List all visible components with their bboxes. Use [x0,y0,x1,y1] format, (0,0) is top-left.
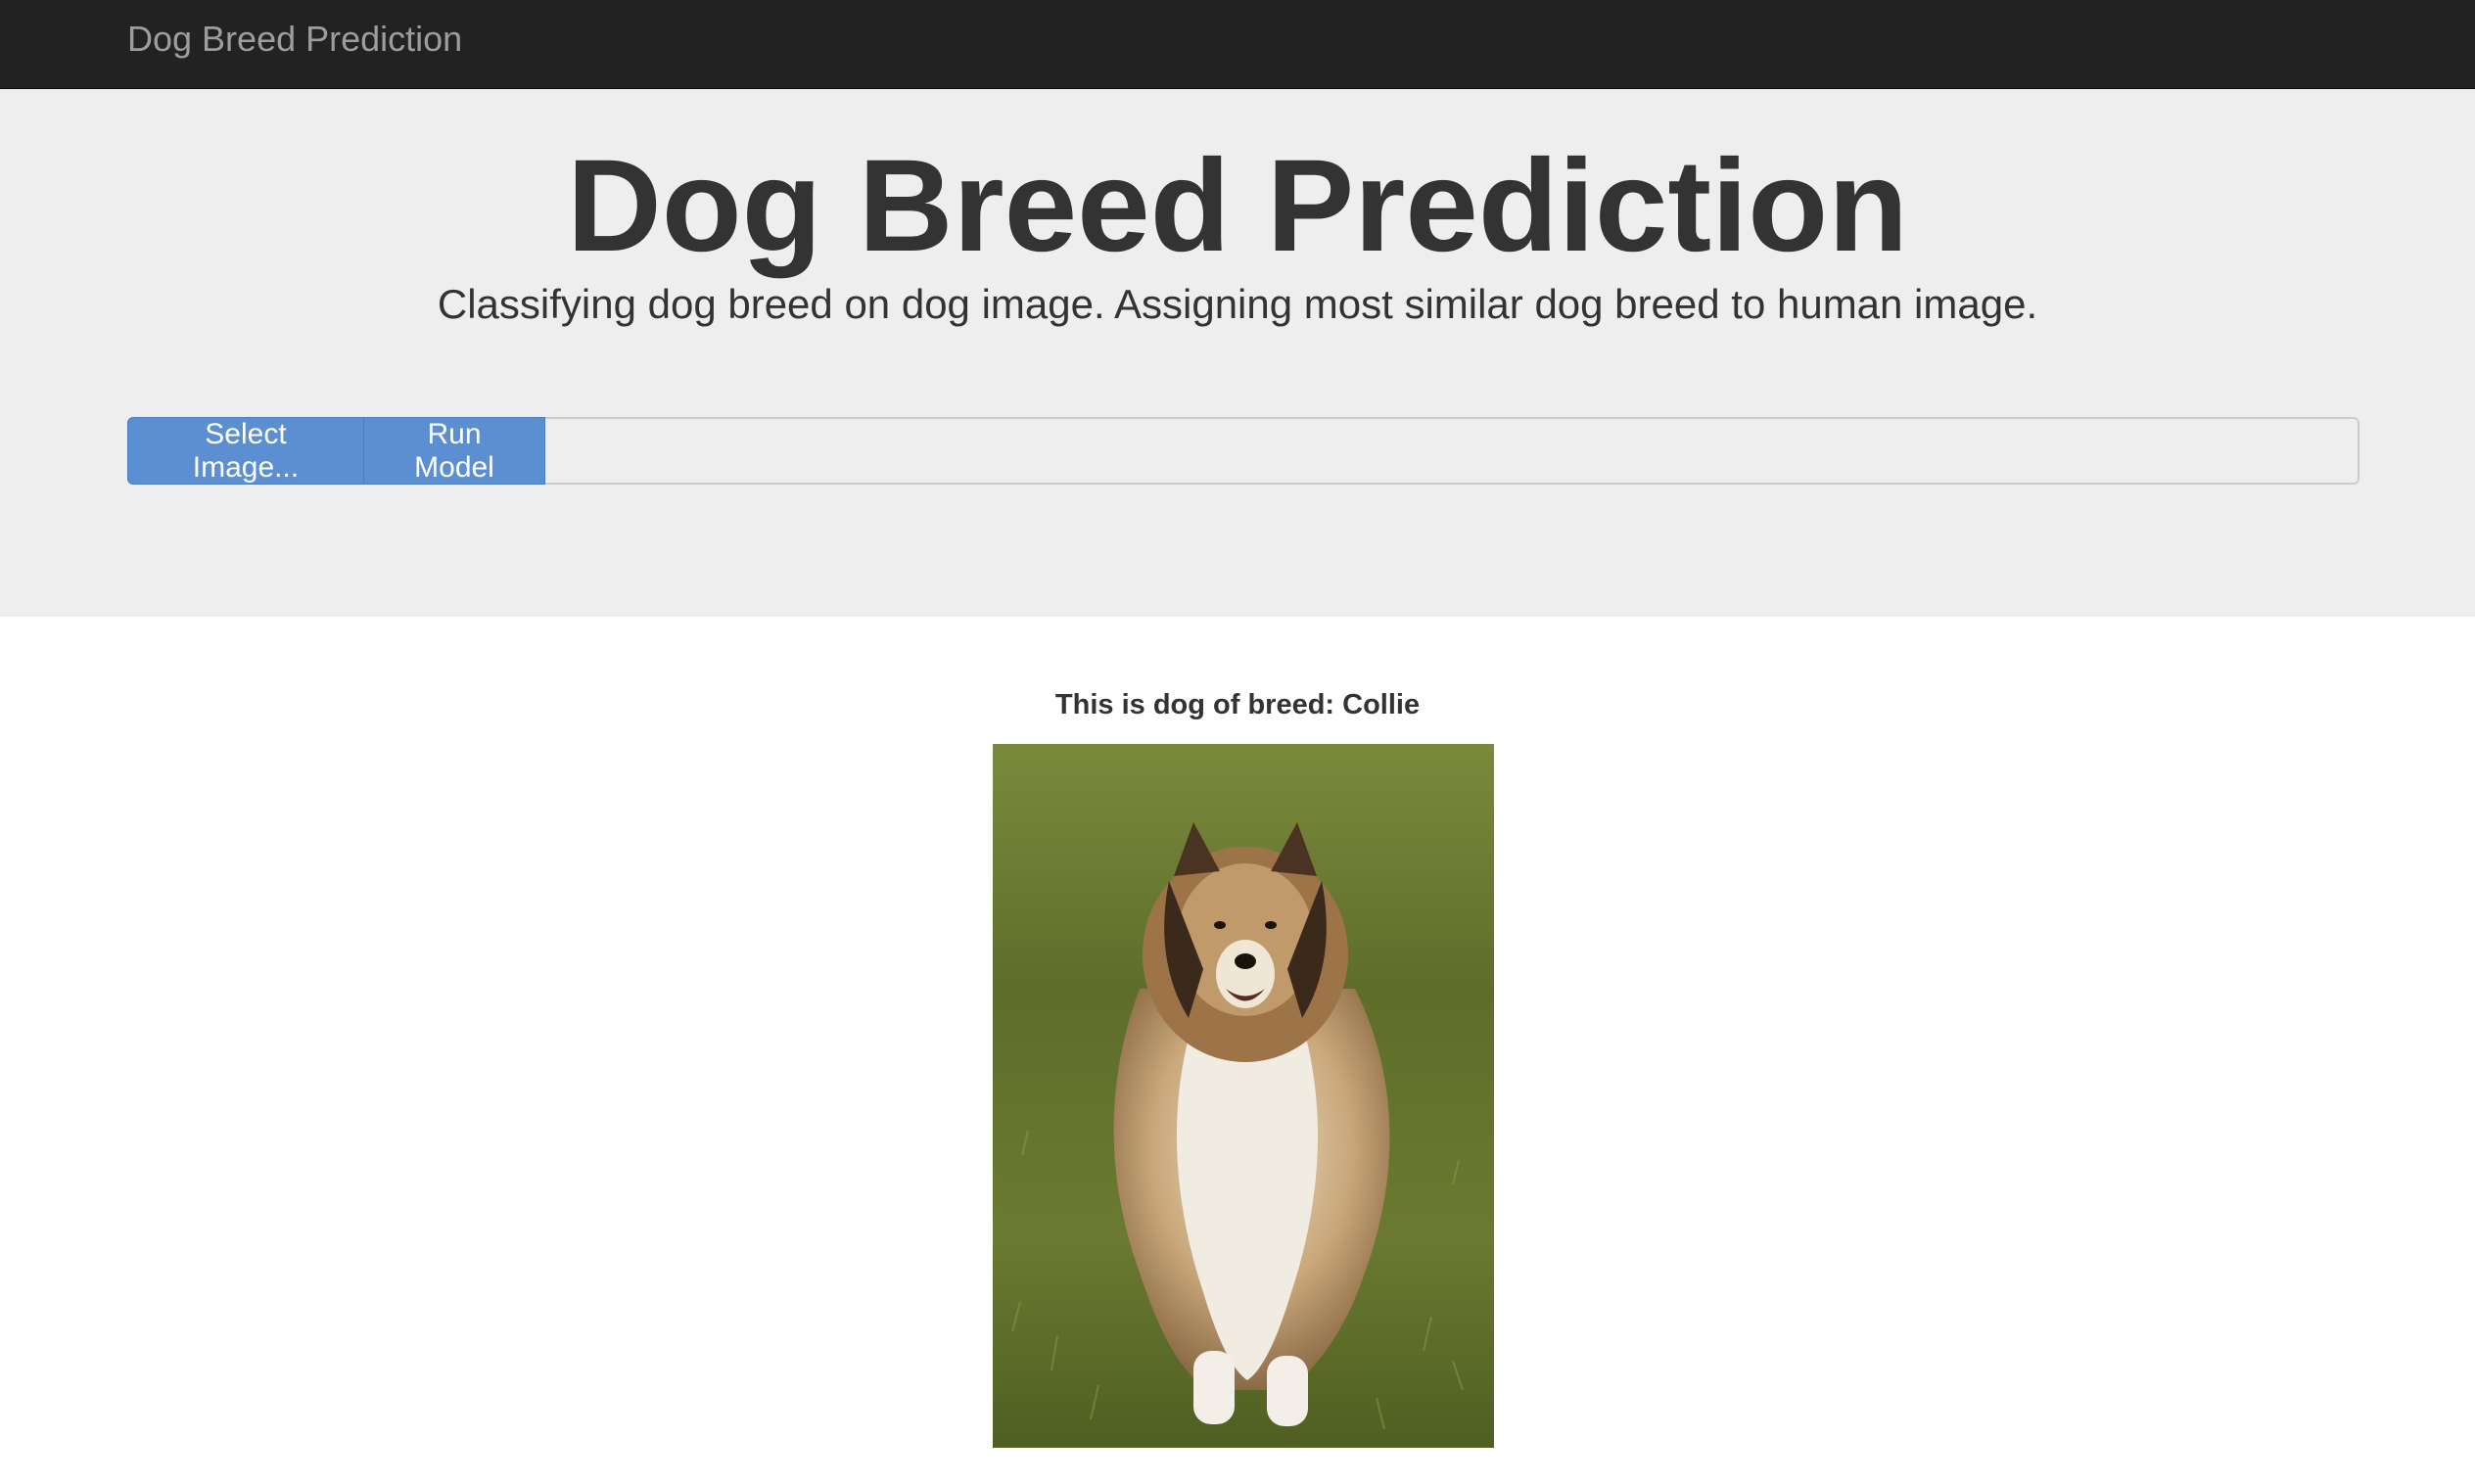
navbar-brand-link[interactable]: Dog Breed Prediction [127,0,462,89]
selected-file-field[interactable] [545,417,2359,485]
prediction-result-label: This is dog of breed: Collie [1054,689,1421,720]
dog-photo [993,744,1494,1448]
navbar: Dog Breed Prediction [0,0,2475,89]
jumbotron: Dog Breed Prediction Classifying dog bre… [0,89,2475,617]
select-image-button[interactable]: Select Image... [127,417,364,485]
page-subtitle: Classifying dog breed on dog image. Assi… [437,281,2038,327]
upload-input-group: Select Image... Run Model [127,417,2359,485]
page-title: Dog Breed Prediction [567,133,1908,279]
run-model-button[interactable]: Run Model [364,417,545,485]
